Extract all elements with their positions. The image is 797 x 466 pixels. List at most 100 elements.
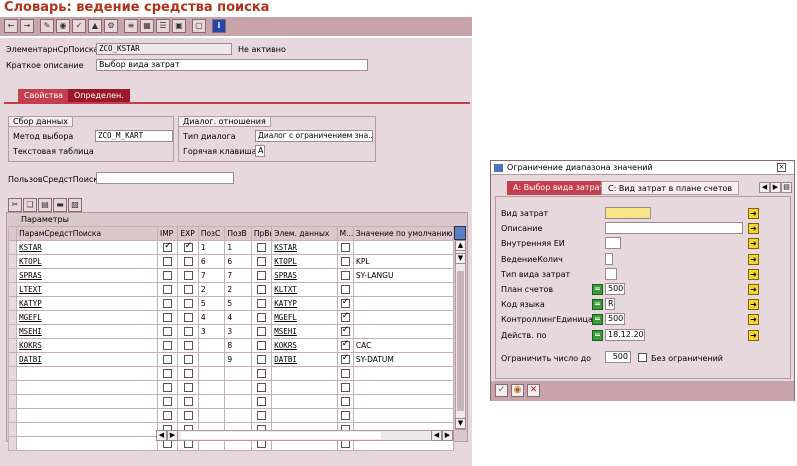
param-name-cell[interactable]: KTOPL	[16, 254, 158, 269]
m-cell-checkbox[interactable]	[340, 369, 350, 379]
exp-cell-checkbox[interactable]	[183, 285, 193, 295]
equals-option-icon[interactable]: =	[592, 284, 603, 295]
hscroll-thumb[interactable]	[181, 432, 381, 439]
default-value-cell[interactable]	[352, 310, 455, 325]
prvy-cell-checkbox[interactable]	[257, 243, 267, 253]
posc-cell[interactable]: 3	[197, 324, 226, 339]
data-element-cell[interactable]	[271, 366, 338, 381]
imp-cell-checkbox[interactable]	[163, 313, 173, 323]
imp-cell-checkbox[interactable]	[163, 383, 173, 393]
imp-cell-checkbox[interactable]	[163, 299, 173, 309]
row-selector[interactable]	[7, 380, 18, 395]
row-selector[interactable]	[7, 352, 18, 367]
posc-cell[interactable]: 1	[197, 240, 226, 255]
exp-cell-checkbox[interactable]	[183, 327, 193, 337]
scroll-thumb[interactable]	[457, 271, 464, 411]
imp-cell-checkbox[interactable]	[163, 355, 173, 365]
data-element-cell[interactable]: MGEFL	[271, 310, 338, 325]
imp-cell-checkbox[interactable]	[163, 257, 173, 267]
posb-cell[interactable]: 8	[224, 338, 252, 353]
insert-row-icon[interactable]: ▤	[38, 198, 52, 212]
short-desc-input[interactable]: Выбор вида затрат	[96, 59, 368, 71]
copy-icon[interactable]: ❏	[23, 198, 37, 212]
prvy-cell-checkbox[interactable]	[257, 397, 267, 407]
dialog-field-input[interactable]: 5000	[605, 313, 625, 326]
imp-cell-checkbox[interactable]	[163, 327, 173, 337]
dialog-tab-list-icon[interactable]: ▤	[781, 182, 792, 193]
display-change-icon[interactable]: ✎	[40, 19, 54, 33]
tab-definition[interactable]: Определен.	[68, 89, 130, 102]
posc-cell[interactable]	[197, 408, 226, 423]
table-settings-icon[interactable]	[454, 226, 466, 240]
select-all-cell[interactable]	[7, 226, 18, 241]
posb-cell[interactable]: 2	[224, 282, 252, 297]
multiple-selection-icon[interactable]: ➜	[748, 223, 759, 235]
scroll-down-icon[interactable]: ▼	[455, 418, 466, 429]
data-element-cell[interactable]: KSTAR	[271, 240, 338, 255]
imp-cell-checkbox[interactable]	[163, 341, 173, 351]
dialog-field-input[interactable]	[605, 267, 617, 280]
equals-option-icon[interactable]: =	[592, 299, 603, 311]
row-selector[interactable]	[7, 422, 18, 437]
posb-cell[interactable]: 7	[224, 268, 252, 283]
param-name-cell[interactable]: LTEXT	[16, 282, 158, 297]
prvy-cell-checkbox[interactable]	[257, 313, 267, 323]
exp-cell-checkbox[interactable]	[183, 397, 193, 407]
m-cell-checkbox[interactable]	[340, 257, 350, 267]
imp-cell-checkbox[interactable]	[163, 411, 173, 421]
row-selector[interactable]	[7, 436, 18, 451]
data-element-cell[interactable]	[271, 380, 338, 395]
exp-cell-checkbox[interactable]	[183, 271, 193, 281]
prvy-cell-checkbox[interactable]	[257, 369, 267, 379]
exp-cell-checkbox[interactable]	[183, 411, 193, 421]
multiple-selection-icon[interactable]: ➜	[748, 253, 759, 265]
posc-cell[interactable]: 5	[197, 296, 226, 311]
imp-cell-checkbox[interactable]	[163, 242, 173, 253]
data-element-cell[interactable]: KOKRS	[271, 338, 338, 353]
default-value-cell[interactable]	[352, 282, 455, 297]
prvy-cell-checkbox[interactable]	[257, 355, 267, 365]
test-icon[interactable]: ⚙	[104, 19, 118, 33]
default-value-cell[interactable]: KPL	[352, 254, 455, 269]
scroll-right-small-icon[interactable]: ▶	[167, 430, 178, 441]
dialog-tab-c[interactable]: C: Вид затрат в плане счетов	[601, 181, 740, 195]
param-name-cell[interactable]: KATYP	[16, 296, 158, 311]
param-name-cell[interactable]: DATBI	[16, 352, 158, 367]
param-name-cell[interactable]	[16, 380, 158, 395]
dialog-field-input[interactable]	[605, 252, 613, 265]
exp-cell-checkbox[interactable]	[183, 313, 193, 323]
window-icon[interactable]: ▢	[192, 19, 206, 33]
row-selector[interactable]	[7, 366, 18, 381]
default-value-cell[interactable]	[352, 380, 455, 395]
m-cell-checkbox[interactable]	[340, 383, 350, 393]
data-element-cell[interactable]: KTOPL	[271, 254, 338, 269]
m-cell-checkbox[interactable]	[340, 397, 350, 407]
m-cell-checkbox[interactable]	[340, 312, 350, 323]
row-selector[interactable]	[7, 408, 18, 423]
exp-cell-checkbox[interactable]	[183, 369, 193, 379]
exp-cell-checkbox[interactable]	[183, 341, 193, 351]
table-hscroll[interactable]: ◀ ▶ ◀ ▶	[156, 430, 454, 441]
scroll-left-icon[interactable]: ◀	[156, 430, 167, 441]
row-selector[interactable]	[7, 296, 18, 311]
method-input[interactable]: ZCO_M_KART	[95, 130, 173, 142]
default-value-cell[interactable]: SY-DATUM	[352, 352, 455, 367]
posb-cell[interactable]	[224, 366, 252, 381]
dialog-field-input[interactable]: RU	[605, 298, 615, 311]
dialog-field-input[interactable]	[605, 237, 621, 250]
default-value-cell[interactable]	[352, 240, 455, 255]
posb-cell[interactable]	[224, 380, 252, 395]
dialog-tab-prev-icon[interactable]: ◀	[759, 182, 770, 193]
row-selector[interactable]	[7, 394, 18, 409]
m-cell-checkbox[interactable]	[340, 298, 350, 309]
param-name-cell[interactable]: MSEHI	[16, 324, 158, 339]
multiple-selection-icon[interactable]: ➜	[748, 299, 759, 311]
tab-properties[interactable]: Свойства	[18, 89, 70, 102]
row-selector[interactable]	[7, 254, 18, 269]
row-selector[interactable]	[7, 310, 18, 325]
m-cell-checkbox[interactable]	[340, 340, 350, 351]
check-icon[interactable]: ✓	[72, 19, 86, 33]
activate-icon[interactable]: ▲	[88, 19, 102, 33]
posc-cell[interactable]	[197, 394, 226, 409]
default-value-cell[interactable]: SY-LANGU	[352, 268, 455, 283]
